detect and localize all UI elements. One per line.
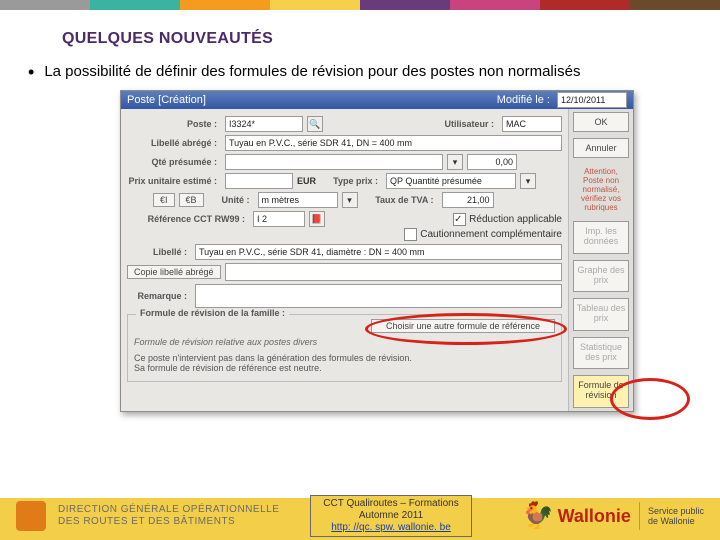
qte-unit-value[interactable]: 0,00 [467,154,517,170]
label-ref: Référence CCT RW99 : [127,214,249,224]
label-qte: Qté présumée : [127,157,221,167]
price-stats-button[interactable]: Statistique des prix [573,337,629,370]
print-data-button[interactable]: Imp. les données [573,221,629,254]
pu-input[interactable] [225,173,293,189]
dgo-text: DIRECTION GÉNÉRALE OPÉRATIONNELLE DES RO… [58,504,279,528]
label-tva: Taux de TVA : [362,195,438,205]
checkbox-row[interactable]: ✓Réduction applicable [453,213,562,226]
search-icon[interactable]: 🔍 [307,116,323,132]
checkbox-reduction[interactable]: ✓ [453,213,466,226]
slide-top-colorbar [0,0,720,10]
section-title: Formule de révision de la famille : [136,308,289,318]
footer-link[interactable]: http: //qc. spw. wallonie. be [331,522,451,533]
revision-section: Formule de révision de la famille : Choi… [127,314,562,382]
bullet-dot: • [28,62,34,82]
libelle-extra-input[interactable] [225,263,562,281]
libelle-input[interactable]: Tuyau en P.V.C., série SDR 41, diamètre … [195,244,562,260]
remarque-input[interactable] [195,284,562,308]
label-unite: Unité : [208,195,254,205]
book-icon[interactable]: 📕 [309,211,325,227]
price-table-button[interactable]: Tableau des prix [573,298,629,331]
copy-libelle-button[interactable]: Copie libellé abrégé [127,265,221,279]
embedded-screenshot: Poste [Création] Modifié le : 12/10/2011… [120,90,680,412]
qte-input[interactable] [225,154,443,170]
modified-date-field[interactable]: 12/10/2011 [557,92,627,108]
label-remarque: Remarque : [127,291,191,301]
dgo-logo [16,501,46,531]
checkbox-caution[interactable] [404,228,417,241]
app-window: Poste [Création] Modifié le : 12/10/2011… [120,90,634,412]
currency-btn-2[interactable]: €B [179,193,204,207]
currency-btn-1[interactable]: €I [153,193,175,207]
label-user: Utilisateur : [422,119,498,129]
rooster-icon: 🐓 [522,500,550,532]
unite-select[interactable]: m mètres [258,192,338,208]
poste-input[interactable]: I3324* [225,116,303,132]
revision-formula-button[interactable]: Formule de révision [573,375,629,408]
eur-label: EUR [297,176,316,186]
section-line: Formule de révision relative aux postes … [134,337,555,347]
window-title-right: Modifié le : 12/10/2011 [497,91,627,109]
slide-title: QUELQUES NOUVEAUTÉS [62,30,720,48]
footer-center-box: CCT Qualiroutes – Formations Automne 201… [310,495,471,537]
label-type: Type prix : [320,176,382,186]
window-title: Poste [Création] [127,91,206,109]
section-line: Ce poste n'intervient pas dans la généra… [134,353,555,363]
bullet-item: • La possibilité de définir des formules… [28,62,680,82]
ref-input[interactable]: I 2 [253,211,305,227]
checkbox-row[interactable]: Cautionnement complémentaire [404,228,562,241]
ok-button[interactable]: OK [573,112,629,132]
user-input[interactable]: MAC [502,116,562,132]
bullet-text: La possibilité de définir des formules d… [44,62,580,82]
label-poste: Poste : [127,119,221,129]
spw-text: Service public de Wallonie [648,506,704,526]
warning-text: Attention, Poste non normalisé, vérifiez… [573,165,629,214]
label-pu: Prix unitaire estimé : [127,176,221,186]
label-libelle-abrege: Libellé abrégé : [127,138,221,148]
slide-footer: DIRECTION GÉNÉRALE OPÉRATIONNELLE DES RO… [0,482,720,540]
cancel-button[interactable]: Annuler [573,138,629,158]
libelle-abrege-input[interactable]: Tuyau en P.V.C., série SDR 41, DN = 400 … [225,135,562,151]
label-libelle: Libellé : [127,247,191,257]
choose-formula-button[interactable]: Choisir une autre formule de référence [371,319,555,333]
chevron-down-icon[interactable]: ▾ [447,154,463,170]
window-titlebar: Poste [Création] Modifié le : 12/10/2011 [121,91,633,109]
chevron-down-icon[interactable]: ▾ [520,173,536,189]
right-button-panel: OK Annuler Attention, Poste non normalis… [568,109,633,411]
tva-input[interactable]: 21,00 [442,192,494,208]
type-select[interactable]: QP Quantité présumée [386,173,516,189]
price-graph-button[interactable]: Graphe des prix [573,260,629,293]
section-line: Sa formule de révision de référence est … [134,363,555,373]
wallonie-logo-text: Wallonie [558,506,631,527]
chevron-down-icon[interactable]: ▾ [342,192,358,208]
